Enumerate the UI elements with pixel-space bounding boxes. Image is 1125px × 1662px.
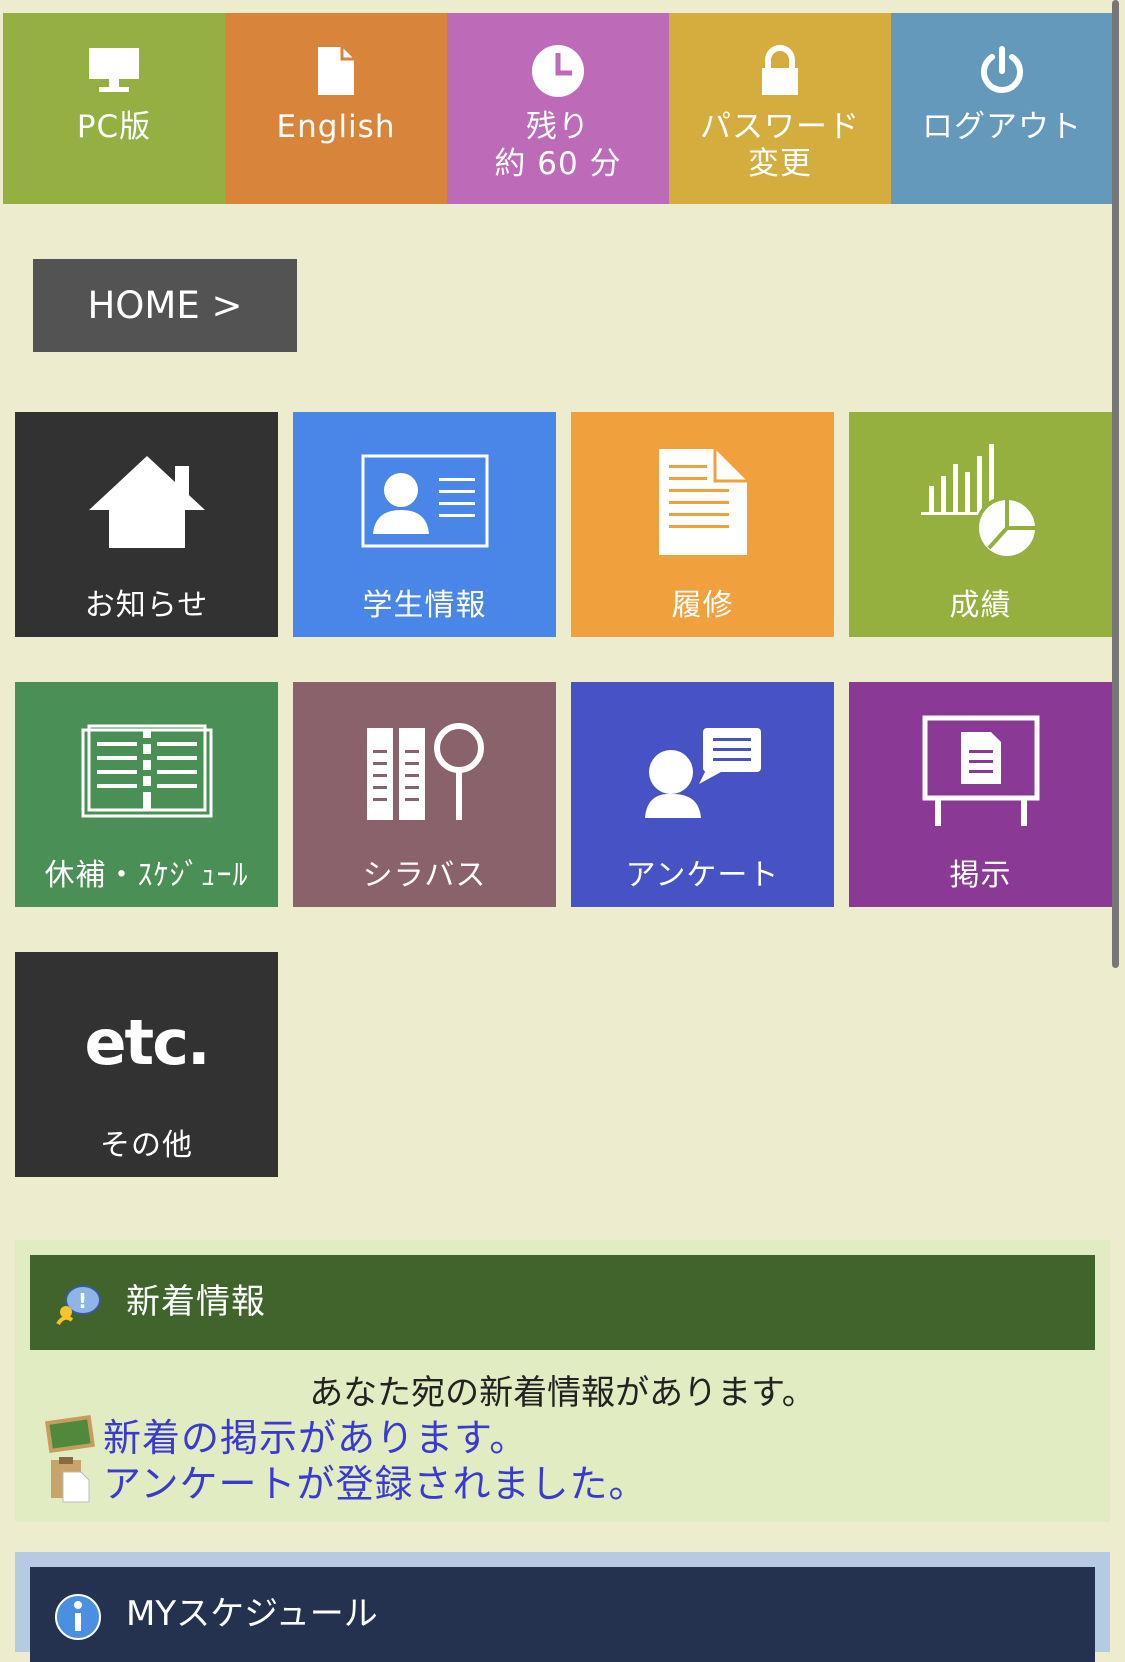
logout-button[interactable]: ログアウト (891, 13, 1113, 204)
tile-label: 学生情報 (362, 588, 487, 623)
logout-label: ログアウト (922, 109, 1082, 145)
my-schedule-header[interactable]: MYスケジュール (30, 1567, 1095, 1662)
monitor-icon (84, 41, 144, 101)
scrollbar[interactable] (1112, 0, 1119, 968)
document-icon (306, 41, 366, 101)
tile-label: 休補・ｽｹｼﾞｭｰﾙ (44, 858, 249, 893)
house-icon (15, 442, 278, 562)
news-speech-icon: ! (54, 1282, 102, 1326)
news-item-survey[interactable]: アンケートが登録されました。 (45, 1456, 647, 1506)
etc-icon-text: etc. (84, 1005, 211, 1079)
tile-label: アンケート (625, 858, 780, 893)
change-password-label: パスワード 変更 (700, 109, 860, 182)
blackboard-icon (44, 1410, 96, 1458)
top-toolbar: PC版 English 残り 約 60 分 パスワード 変更 ログアウト (3, 13, 1113, 204)
tile-label: 掲示 (949, 858, 1012, 893)
tile-grades[interactable]: 成績 (849, 412, 1112, 637)
notebook-icon (15, 712, 278, 832)
person-speech-icon (571, 712, 834, 832)
news-panel: ! 新着情報 あなた宛の新着情報があります。 新着の掲示があります。 アンケート (15, 1240, 1110, 1522)
my-schedule-title: MYスケジュール (126, 1594, 378, 1634)
info-icon (54, 1593, 102, 1641)
id-card-icon (293, 442, 556, 562)
pc-version-button[interactable]: PC版 (3, 13, 225, 204)
tile-schedule[interactable]: 休補・ｽｹｼﾞｭｰﾙ (15, 682, 278, 907)
etc-icon: etc. (15, 982, 278, 1102)
tile-label: シラバス (362, 858, 487, 893)
svg-text:!: ! (78, 1289, 87, 1313)
news-header: ! 新着情報 (30, 1255, 1095, 1350)
tile-notices[interactable]: お知らせ (15, 412, 278, 637)
tile-survey[interactable]: アンケート (571, 682, 834, 907)
books-search-icon (293, 712, 556, 832)
session-remaining-button[interactable]: 残り 約 60 分 (447, 13, 669, 204)
pc-version-label: PC版 (76, 109, 152, 145)
news-item-notice[interactable]: 新着の掲示があります。 (44, 1410, 528, 1460)
tile-notice-board[interactable]: 掲示 (849, 682, 1112, 907)
my-schedule-panel: MYスケジュール (15, 1552, 1110, 1662)
english-label: English (276, 109, 396, 145)
tile-registration[interactable]: 履修 (571, 412, 834, 637)
tile-student-info[interactable]: 学生情報 (293, 412, 556, 637)
power-icon (972, 41, 1032, 101)
news-item-label[interactable]: アンケートが登録されました。 (103, 1453, 647, 1508)
notice-board-icon (849, 712, 1112, 832)
tile-syllabus[interactable]: シラバス (293, 682, 556, 907)
chart-icon (849, 442, 1112, 562)
news-title: 新着情報 (126, 1282, 266, 1322)
tile-label: その他 (100, 1128, 193, 1163)
tile-label: 履修 (671, 588, 734, 623)
lock-icon (750, 41, 810, 101)
document-icon (571, 442, 834, 562)
clipboard-icon (45, 1456, 95, 1504)
session-remaining-label: 残り 約 60 分 (494, 109, 622, 182)
breadcrumb-home[interactable]: HOME > (33, 259, 297, 352)
change-password-button[interactable]: パスワード 変更 (669, 13, 891, 204)
tile-other[interactable]: etc. その他 (15, 952, 278, 1177)
clock-icon (528, 41, 588, 101)
tile-label: お知らせ (84, 588, 209, 623)
tile-label: 成績 (949, 588, 1012, 623)
english-button[interactable]: English (225, 13, 447, 204)
